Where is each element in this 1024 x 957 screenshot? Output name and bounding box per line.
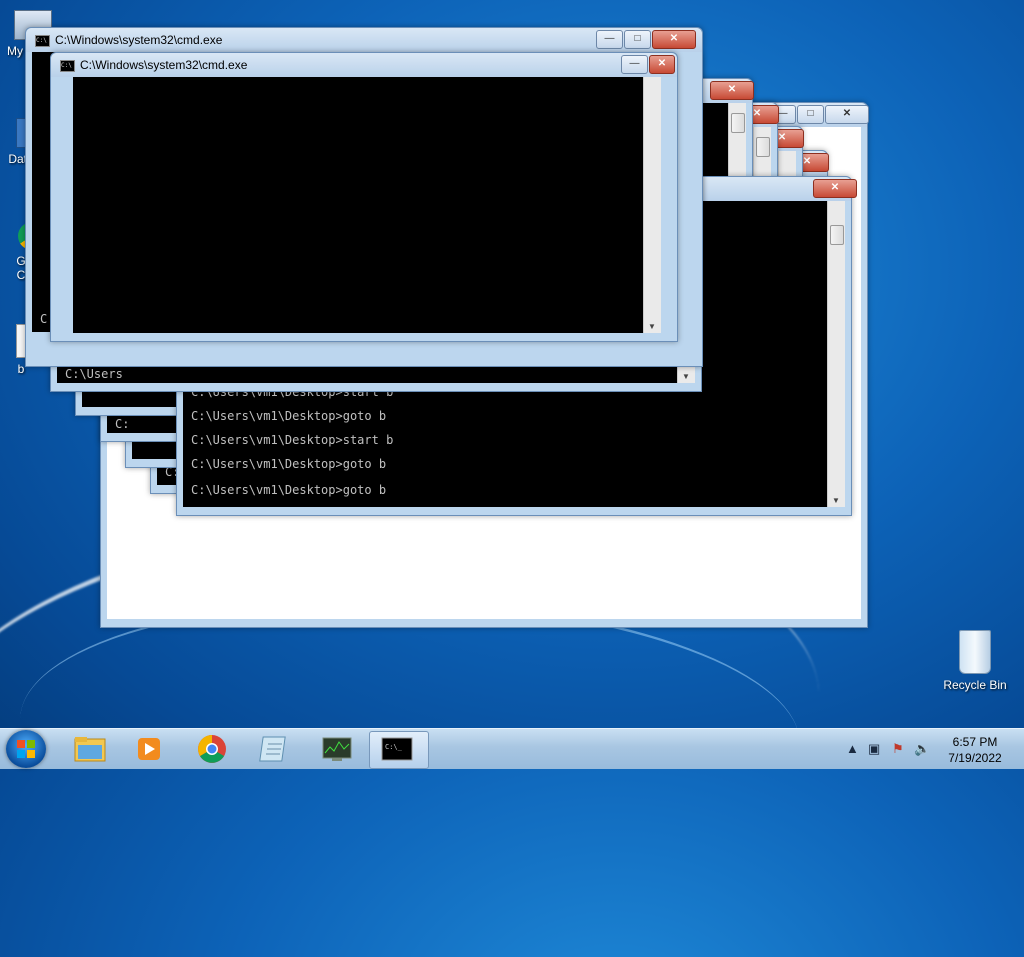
volume-icon[interactable]: 🔈 <box>914 741 930 757</box>
console-line: C:\Users\vm1\Desktop>goto b <box>191 409 387 423</box>
window-title: C:\Windows\system32\cmd.exe <box>55 33 223 47</box>
taskbar-command-prompt[interactable]: C:\_ <box>369 731 429 769</box>
taskbar-chrome[interactable] <box>183 731 241 767</box>
scroll-thumb[interactable] <box>731 113 745 133</box>
scroll-down-arrow[interactable]: ▼ <box>648 322 656 331</box>
maximize-button[interactable]: □ <box>624 30 651 49</box>
console-last-line-area: C:\Users\vm1\Desktop>goto b <box>183 477 827 507</box>
close-button[interactable]: ✕ <box>652 30 696 49</box>
minimize-button[interactable]: — <box>596 30 623 49</box>
notepad-icon <box>259 736 286 762</box>
scroll-thumb[interactable] <box>830 225 844 245</box>
folder-icon <box>74 737 106 762</box>
start-button[interactable] <box>6 730 46 768</box>
media-player-icon <box>138 738 160 760</box>
system-clock[interactable]: 6:57 PM 7/19/2022 <box>940 734 1010 766</box>
chrome-icon <box>198 735 226 763</box>
cmd-icon: C:\ <box>35 35 50 47</box>
recycle-bin-icon <box>959 630 991 674</box>
show-hidden-icons-arrow[interactable]: ▲ <box>846 741 859 756</box>
taskbar-task-manager[interactable] <box>308 731 366 767</box>
minimize-button[interactable]: — <box>621 55 648 74</box>
windows-logo-icon <box>17 740 35 758</box>
scroll-thumb[interactable] <box>756 137 770 157</box>
maximize-button[interactable]: □ <box>797 105 824 124</box>
close-button[interactable]: ✕ <box>825 105 869 124</box>
scroll-down-arrow[interactable]: ▼ <box>832 496 840 505</box>
cmd-window-top[interactable]: C:\ C:\Windows\system32\cmd.exe — ✕ ▼ <box>50 52 678 342</box>
taskbar: C:\_ ▲ ▣ ⚑ 🔈 6:57 PM 7/19/2022 <box>0 728 1024 769</box>
vertical-scrollbar[interactable]: ▼ <box>643 77 661 333</box>
close-button[interactable]: ✕ <box>813 179 857 198</box>
svg-text:C:\_: C:\_ <box>385 743 403 751</box>
action-center-flag-icon[interactable]: ⚑ <box>892 741 904 757</box>
cmd-icon: C:\ <box>60 60 75 72</box>
close-button[interactable]: ✕ <box>710 81 754 100</box>
clock-time: 6:57 PM <box>952 735 998 749</box>
window-title: C:\Windows\system32\cmd.exe <box>80 58 248 72</box>
console-line: C:\Users\vm1\Desktop>goto b <box>191 483 387 497</box>
close-button[interactable]: ✕ <box>649 55 675 74</box>
cmd-icon: C:\_ <box>381 737 413 761</box>
title-bar[interactable]: C:\ C:\Windows\system32\cmd.exe <box>51 53 677 77</box>
console-line: C:\Users <box>65 367 123 381</box>
taskbar-media-player[interactable] <box>120 731 178 767</box>
taskbar-explorer[interactable] <box>60 731 118 767</box>
desktop-icon-recycle-bin[interactable]: Recycle Bin <box>938 630 1012 692</box>
taskbar-notepad[interactable] <box>246 731 304 767</box>
clock-date: 7/19/2022 <box>948 751 1002 765</box>
console-line: C: <box>115 417 130 431</box>
console-area[interactable] <box>73 77 643 333</box>
task-manager-icon <box>322 737 352 761</box>
scroll-down-arrow[interactable]: ▼ <box>682 372 690 381</box>
console-line: C:\Users\vm1\Desktop>start b <box>191 433 394 447</box>
network-icon[interactable]: ▣ <box>868 741 880 757</box>
console-line: C:\Users\vm1\Desktop>goto b <box>191 457 387 471</box>
vertical-scrollbar[interactable]: ▼ <box>827 201 845 507</box>
